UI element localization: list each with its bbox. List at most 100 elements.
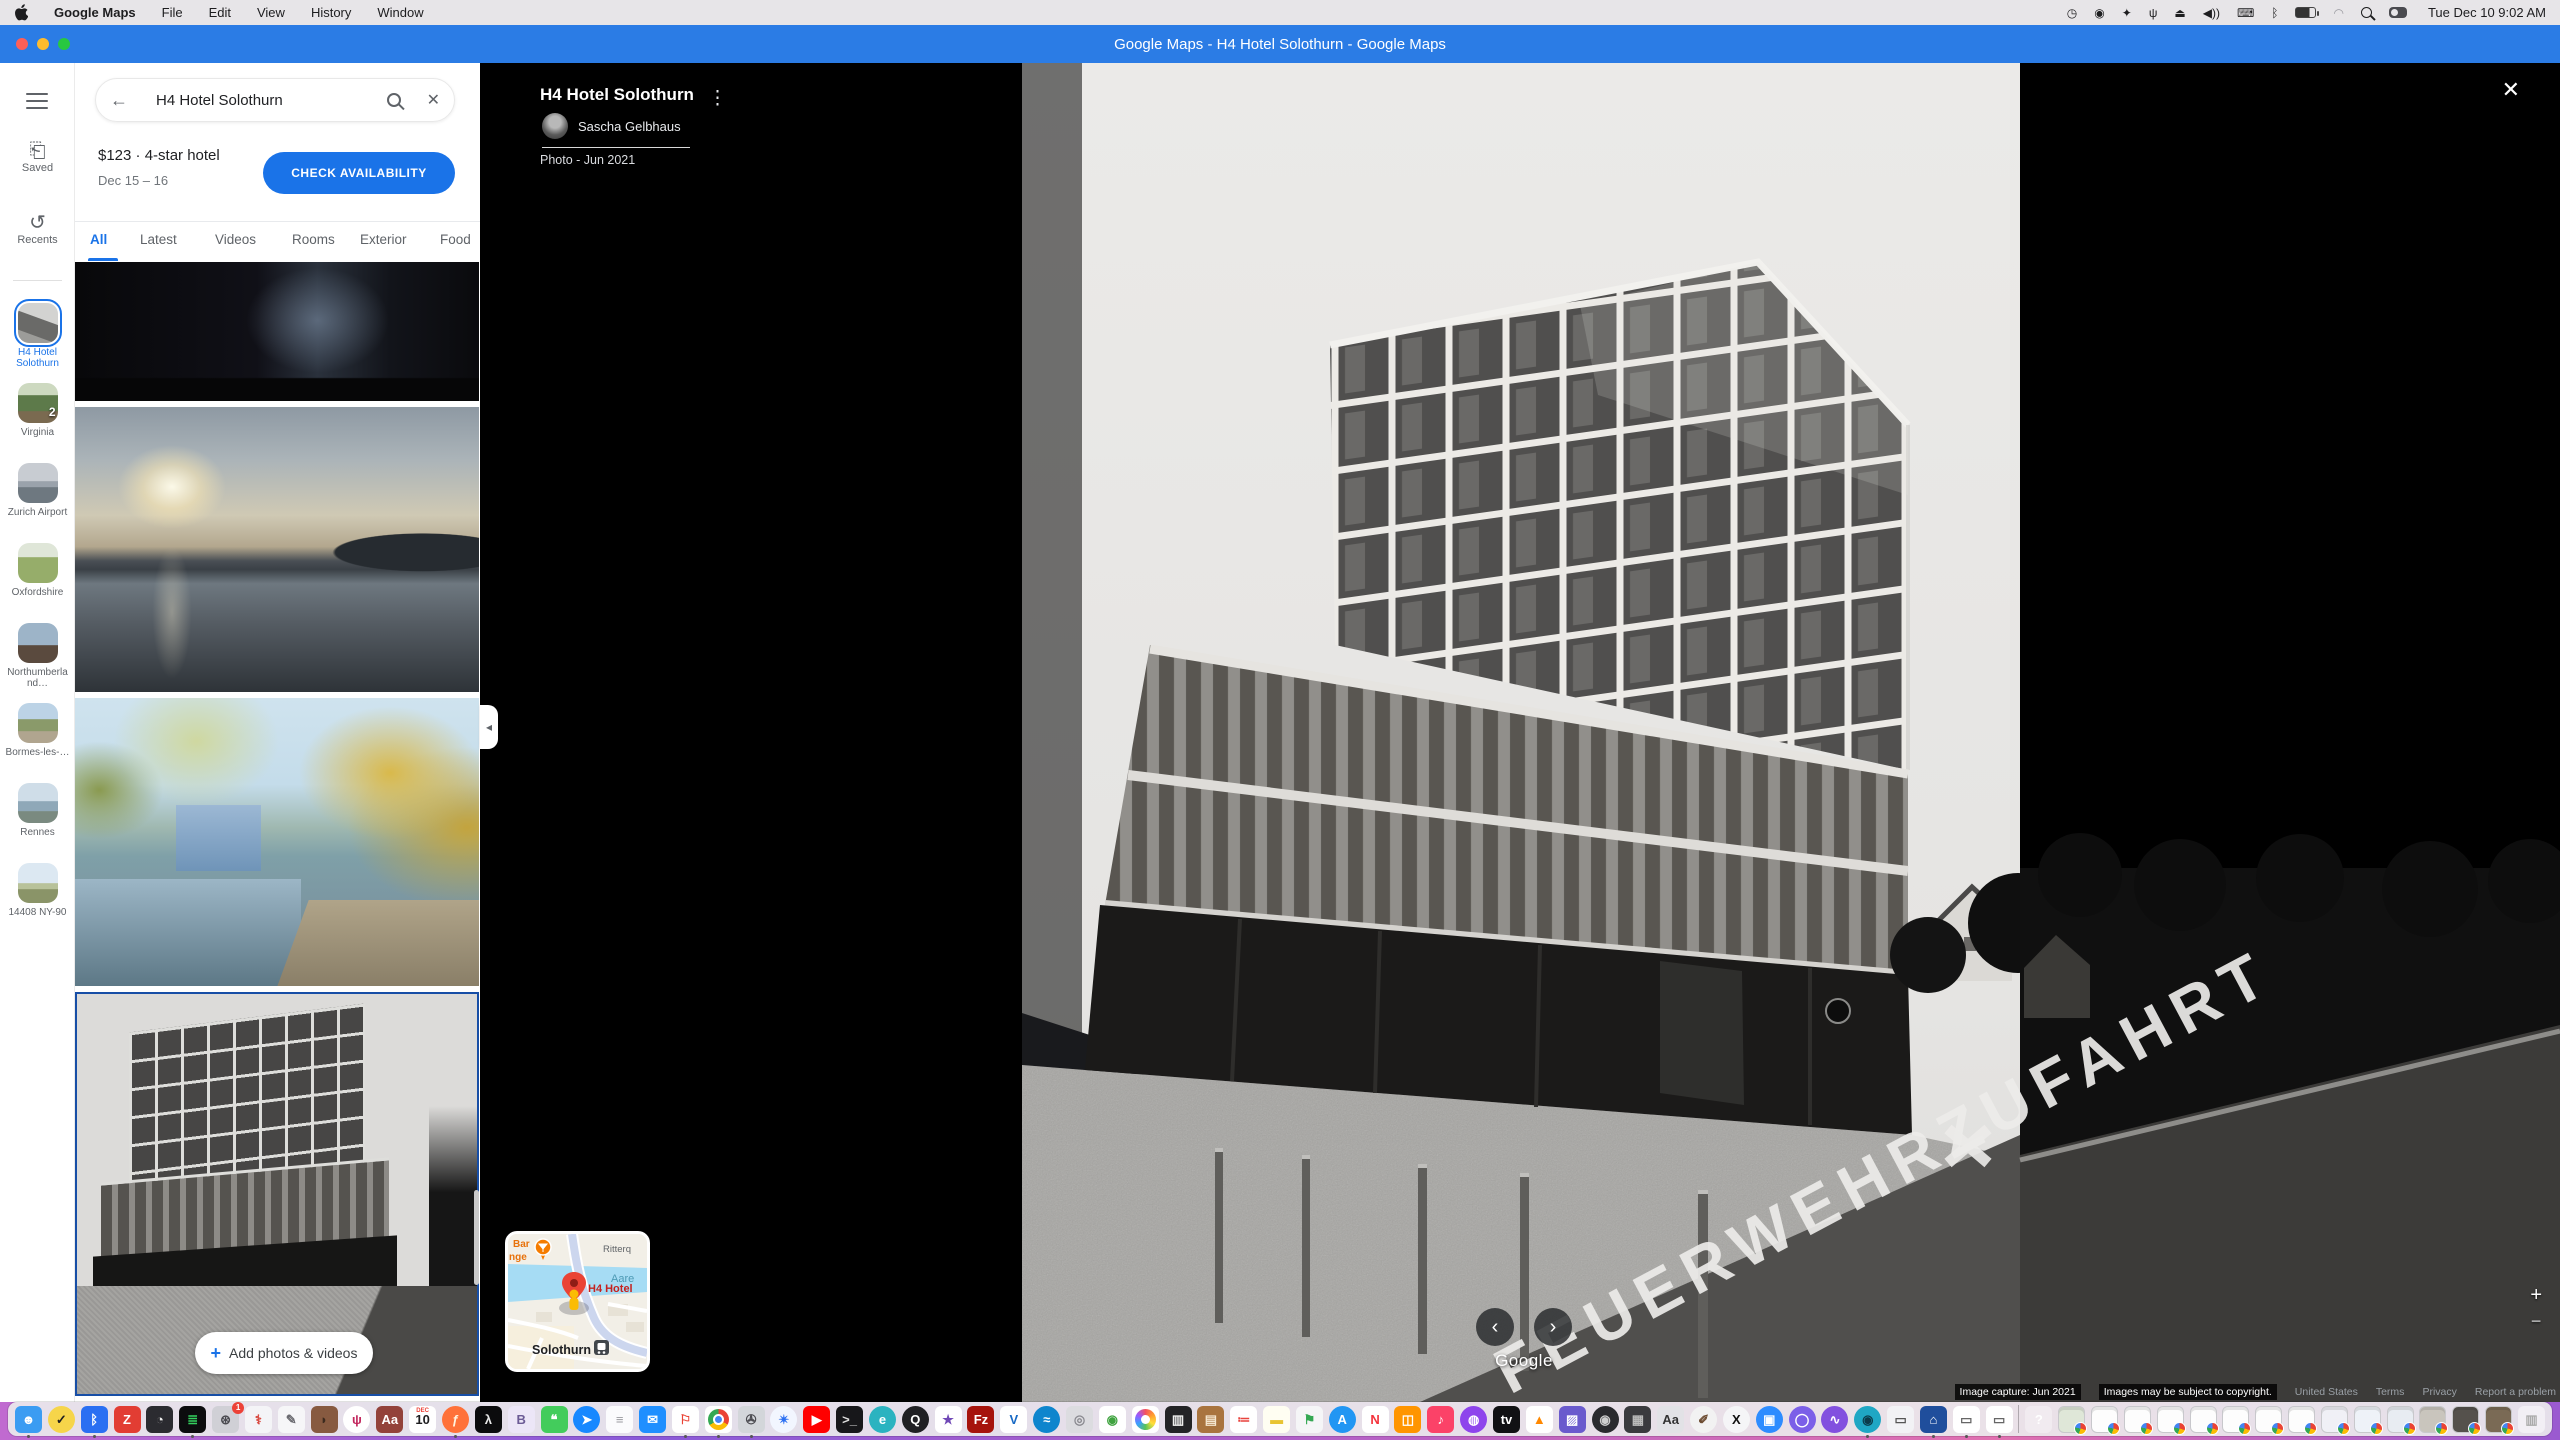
place-rennes[interactable]: Rennes bbox=[0, 783, 75, 863]
usb-icon[interactable]: ψ bbox=[2149, 6, 2158, 20]
dock-printer-2[interactable]: ▭ bbox=[1953, 1406, 1980, 1433]
dock-webcam[interactable]: ◉ bbox=[1854, 1406, 1881, 1433]
now-playing-icon[interactable]: ◉ bbox=[2094, 6, 2104, 20]
clear-search-icon[interactable]: ✕ bbox=[427, 90, 440, 110]
footer-link-privacy[interactable]: Privacy bbox=[2422, 1386, 2456, 1398]
tab-rooms[interactable]: Rooms bbox=[292, 232, 335, 247]
tab-exterior[interactable]: Exterior bbox=[360, 232, 407, 247]
dock-chrome-window-3[interactable] bbox=[2157, 1406, 2184, 1433]
dock-safari[interactable]: ✴ bbox=[770, 1406, 797, 1433]
dock-image-window-2[interactable] bbox=[2452, 1406, 2479, 1433]
place-northumberland[interactable]: Northumberland… bbox=[0, 623, 75, 703]
dock-fontbook[interactable]: Aa bbox=[1657, 1406, 1684, 1433]
next-photo-button[interactable]: › bbox=[1534, 1308, 1572, 1346]
dock-doc-window[interactable] bbox=[2387, 1406, 2414, 1433]
dock-quicktime[interactable]: Q bbox=[902, 1406, 929, 1433]
window-title-bar[interactable]: Google Maps - H4 Hotel Solothurn - Googl… bbox=[0, 25, 2560, 63]
dock-chrome-window-1[interactable] bbox=[2091, 1406, 2118, 1433]
dock-frog[interactable]: ◉ bbox=[1099, 1406, 1126, 1433]
hotel-dates[interactable]: Dec 15 – 16 bbox=[98, 173, 168, 188]
dock-garageband[interactable]: ▥ bbox=[1165, 1406, 1192, 1433]
dock-v-app[interactable]: V bbox=[1000, 1406, 1027, 1433]
place-14408-ny-90[interactable]: 14408 NY-90 bbox=[0, 863, 75, 943]
dock-chrome-window-2[interactable] bbox=[2124, 1406, 2151, 1433]
bluetooth-icon[interactable]: ᛒ bbox=[2271, 6, 2278, 20]
search-input[interactable] bbox=[154, 91, 387, 110]
dock-finder[interactable]: ☻ bbox=[15, 1406, 42, 1433]
dock-youtube[interactable]: ▶ bbox=[803, 1406, 830, 1433]
spotlight-icon[interactable] bbox=[2361, 7, 2372, 18]
add-photos-button[interactable]: + Add photos & videos bbox=[195, 1332, 373, 1374]
dock-wig[interactable]: ◗ bbox=[311, 1406, 338, 1433]
sidebar-item-saved[interactable]: ⎗ Saved bbox=[0, 140, 75, 174]
search-box[interactable]: ← ✕ bbox=[95, 78, 455, 122]
dock-voice-memos[interactable]: ∿ bbox=[1821, 1406, 1848, 1433]
battery-icon[interactable] bbox=[2295, 7, 2316, 18]
dock-kindle[interactable]: λ bbox=[475, 1406, 502, 1433]
dock-printer-1[interactable]: ▭ bbox=[1887, 1406, 1914, 1433]
dock-bible[interactable]: B bbox=[508, 1406, 535, 1433]
photo-thumbnail-sunset-river[interactable] bbox=[75, 407, 479, 692]
dock-notes[interactable]: ▬ bbox=[1263, 1406, 1290, 1433]
place-h4-hotel-solothurn[interactable]: H4 Hotel Solothurn bbox=[0, 303, 75, 383]
dock-mail[interactable]: ✉ bbox=[639, 1406, 666, 1433]
photo-thumbnail-lounge[interactable] bbox=[75, 262, 479, 401]
dock-sheet-window-1[interactable] bbox=[2321, 1406, 2348, 1433]
sync-icon[interactable]: ✦ bbox=[2122, 6, 2132, 20]
dock-terminal2[interactable]: ▦ bbox=[1624, 1406, 1651, 1433]
control-center-icon[interactable] bbox=[2389, 7, 2407, 18]
tab-food[interactable]: Food bbox=[440, 232, 471, 247]
dock-music[interactable]: ♪ bbox=[1427, 1406, 1454, 1433]
dock-xquartz[interactable]: X bbox=[1723, 1406, 1750, 1433]
dock-image-window-1[interactable] bbox=[2419, 1406, 2446, 1433]
dock-terminal[interactable]: >_ bbox=[836, 1406, 863, 1433]
dock-chrome-window-4[interactable] bbox=[2190, 1406, 2217, 1433]
dock-alarm[interactable]: ✓ bbox=[48, 1406, 75, 1433]
dock-edge[interactable]: e bbox=[869, 1406, 896, 1433]
dock-textedit[interactable]: ✎ bbox=[278, 1406, 305, 1433]
back-arrow-icon[interactable]: ← bbox=[110, 90, 140, 111]
dock-calendar[interactable]: 10DEC bbox=[409, 1406, 436, 1433]
dock-health[interactable]: ⚕ bbox=[245, 1406, 272, 1433]
dock-books[interactable]: ◫ bbox=[1394, 1406, 1421, 1433]
dock-usb-app[interactable]: ψ bbox=[343, 1406, 370, 1433]
dock-stickies[interactable]: ≡ bbox=[606, 1406, 633, 1433]
hamburger-menu-icon[interactable] bbox=[26, 93, 48, 109]
dock-sheet-window-2[interactable] bbox=[2354, 1406, 2381, 1433]
dock-news[interactable]: N bbox=[1362, 1406, 1389, 1433]
photo-viewer-canvas[interactable]: FEUERWEHRZUFAHRT bbox=[480, 63, 2560, 1402]
close-photo-icon[interactable]: ✕ bbox=[2502, 77, 2520, 103]
eject-icon[interactable]: ⏏ bbox=[2174, 6, 2185, 20]
time-machine-icon[interactable]: ◷ bbox=[2067, 6, 2077, 20]
menu-item-history[interactable]: History bbox=[311, 5, 351, 20]
dock-chrome[interactable] bbox=[705, 1406, 732, 1433]
zoom-window-button[interactable] bbox=[58, 38, 70, 50]
wifi-icon[interactable]: ◠ bbox=[2333, 6, 2343, 20]
dock-appstore[interactable]: A bbox=[1329, 1406, 1356, 1433]
search-icon[interactable] bbox=[387, 93, 401, 107]
sidebar-item-recents[interactable]: ↺ Recents bbox=[0, 212, 75, 246]
dock-gimp[interactable]: ✐ bbox=[1690, 1406, 1717, 1433]
dock-bluetooth[interactable]: ᛒ bbox=[81, 1406, 108, 1433]
dock-chrome-window-7[interactable] bbox=[2288, 1406, 2315, 1433]
volume-icon[interactable]: ◀)) bbox=[2203, 6, 2220, 20]
place-virginia[interactable]: 2 Virginia bbox=[0, 383, 75, 463]
dock-dvd[interactable]: ◎ bbox=[1066, 1406, 1093, 1433]
tab-all[interactable]: All bbox=[90, 232, 107, 247]
dock-messages[interactable]: ❝ bbox=[541, 1406, 568, 1433]
dock-trash[interactable]: ▥ bbox=[2518, 1406, 2545, 1433]
dock-chrome-window-6[interactable] bbox=[2255, 1406, 2282, 1433]
close-window-button[interactable] bbox=[16, 38, 28, 50]
dock-image-window-3[interactable] bbox=[2485, 1406, 2512, 1433]
dock-vinyl[interactable]: ◉ bbox=[1592, 1406, 1619, 1433]
check-availability-button[interactable]: CHECK AVAILABILITY bbox=[263, 152, 455, 194]
dock-star-app[interactable]: ★ bbox=[935, 1406, 962, 1433]
dock-reminders[interactable]: ≔ bbox=[1230, 1406, 1257, 1433]
dock-sysprefs[interactable]: ✇ bbox=[738, 1406, 765, 1433]
dock-map-window[interactable] bbox=[2058, 1406, 2085, 1433]
dock-openoffice[interactable]: ≈ bbox=[1033, 1406, 1060, 1433]
dock-filezilla[interactable]: Fz bbox=[967, 1406, 994, 1433]
dock-stocks[interactable]: ≣ bbox=[179, 1406, 206, 1433]
dock-zoom[interactable]: ▣ bbox=[1756, 1406, 1783, 1433]
dock-speedtest[interactable]: ◔ bbox=[146, 1406, 173, 1433]
